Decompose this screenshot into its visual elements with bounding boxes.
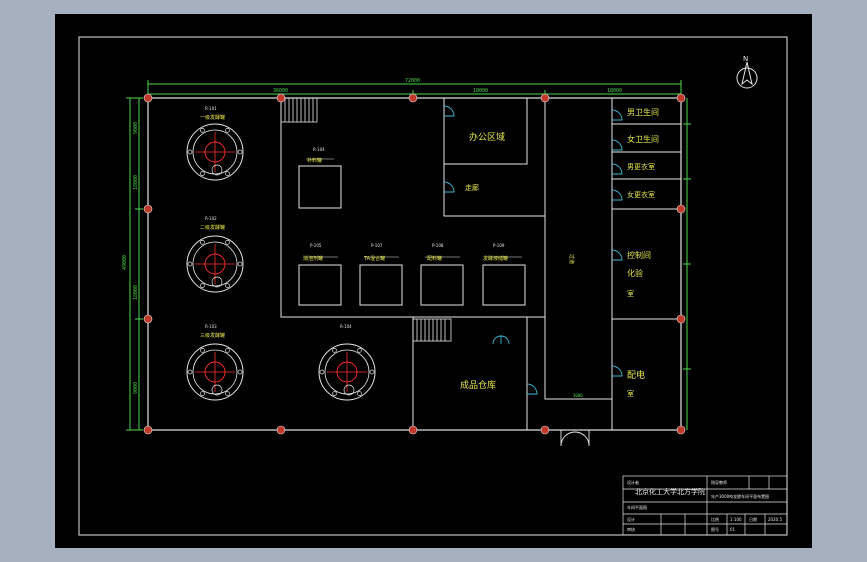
room-womens-wc: 女卫生间 [627,134,659,144]
column [540,93,550,103]
left-dimension-chain [126,97,143,431]
tank-symbol [186,235,244,293]
p109-tag: P-109 [493,243,505,248]
title-drawing-name: 年产3000吨发酵车间平面布置图 [711,493,769,499]
column [408,93,418,103]
column [143,314,153,324]
room-control-sub: 化验 [627,268,643,278]
title-school: 北京化工大学北方学院 [635,487,705,496]
room-changing-f: 女更衣室 [627,190,655,199]
dim-seg2: 18000 [473,88,488,94]
r102-name: 二级发酵罐 [200,224,225,231]
room-mens-wc: 男卫生间 [627,107,659,117]
r103-name: 三级发酵罐 [200,332,225,339]
room-power-2: 室 [627,389,634,398]
title-block [622,475,788,536]
equipment-boxes [298,165,526,306]
column [276,93,286,103]
r103-tag: R-103 [205,324,217,329]
dim-left-seg1: 9000 [133,122,139,134]
entrance-door [560,430,590,447]
stairs-top [280,97,318,123]
column [676,204,686,214]
r104b-tag: R-104 [340,324,352,329]
room-control: 控制间 [627,250,651,260]
p107-tag: P-107 [371,243,383,248]
dim-seg3: 18000 [607,88,622,94]
title-sheet-value: 01 [730,527,736,532]
room-warehouse: 成品仓库 [460,379,496,391]
title-field-b: 指导教师 [711,479,727,485]
stairs-bottom [412,318,452,342]
column [276,425,286,435]
title-sheet-label: 图号 [711,526,719,532]
dim-left-seg3: 18000 [133,285,139,300]
dim-seg1: 36000 [273,88,288,94]
room-changing-m: 男更衣室 [627,162,655,171]
dim-left-seg2: 18000 [133,175,139,190]
door-swings [443,105,623,395]
column [676,93,686,103]
p105-name: 消泡剂罐 [303,255,323,262]
floor-plan: N 72000 36000 18000 18000 49000 9000 180… [78,36,788,536]
title-field-a: 设计者 [627,479,639,485]
room-office: 办公区域 [469,131,505,143]
r104-name: 补料罐 [307,157,322,164]
dim-total: 72000 [405,78,420,84]
column [143,425,153,435]
title-date-value: 2020.5 [768,517,782,522]
title-field-c: 车间平面图 [627,504,647,510]
column [408,425,418,435]
title-drawn-by: 设计 [627,516,635,522]
tank-symbol [318,343,376,401]
north-arrow-icon: N [736,55,758,89]
r101-tag: R-101 [205,106,217,111]
column [143,204,153,214]
title-scale-value: 1:100 [730,517,742,522]
column [540,425,550,435]
p108-tag: P-108 [432,243,444,248]
r104-tag: R-104 [313,147,325,152]
drawing-sheet: N 72000 36000 18000 18000 49000 9000 180… [55,14,812,548]
r102-tag: R-102 [205,216,217,221]
title-date-label: 日期 [749,516,757,522]
p109-name: 发酵液储罐 [483,255,508,262]
r101-name: 一级发酵罐 [200,114,225,121]
room-walkway: 走廊 [465,183,479,192]
room-control-2: 室 [627,289,634,298]
room-corridor: 过道 [568,254,575,264]
title-scale-label: 比例 [711,516,719,522]
dim-door: 3000 [573,393,583,398]
column [676,425,686,435]
p108-name: 配料罐 [427,255,442,262]
column [143,93,153,103]
dim-left-seg4: 9000 [133,382,139,394]
tank-symbol [186,343,244,401]
p107-name: TA混合罐 [363,255,385,262]
p105-tag: P-105 [310,243,322,248]
right-dimension-chain [683,98,691,430]
north-label: N [743,55,748,63]
title-checked-by: 审核 [627,526,635,532]
room-power: 配电 [627,369,645,381]
dim-left-total: 49000 [122,255,128,270]
column [676,314,686,324]
tank-symbol [186,123,244,181]
